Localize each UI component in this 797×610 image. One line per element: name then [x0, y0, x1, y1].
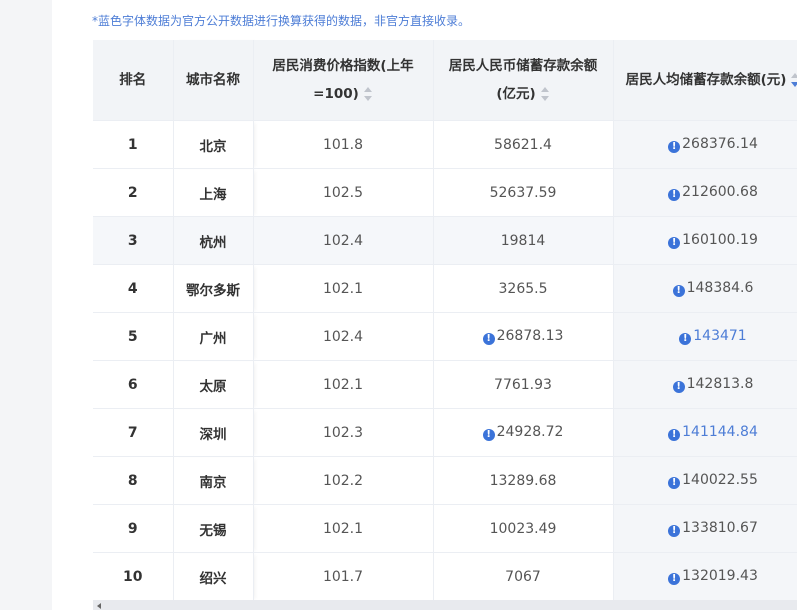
- cell-per-capita: ! 142813.8: [613, 360, 797, 409]
- cell-deposit: 19814: [433, 216, 614, 265]
- cell-rank: 2: [93, 168, 174, 217]
- cell-cpi: 101.7: [253, 552, 434, 601]
- cell-city: 太原: [173, 360, 254, 409]
- header-city: 城市名称: [173, 40, 254, 121]
- header-per-capita[interactable]: 居民人均储蓄存款余额(元): [613, 40, 797, 121]
- cell-city: 广州: [173, 312, 254, 361]
- cell-rank: 9: [93, 504, 174, 553]
- cell-per-capita: ! 140022.55: [613, 456, 797, 505]
- cell-cpi: 102.1: [253, 264, 434, 313]
- cell-deposit: ! 26878.13: [433, 312, 614, 361]
- cell-city: 深圳: [173, 408, 254, 457]
- cell-per-capita: ! 148384.6: [613, 264, 797, 313]
- cell-city: 无锡: [173, 504, 254, 553]
- cell-deposit: 52637.59: [433, 168, 614, 217]
- info-icon[interactable]: !: [672, 285, 685, 297]
- table-row: 3 杭州 102.4 19814! 160100.19: [93, 216, 797, 265]
- cell-city: 南京: [173, 456, 254, 505]
- cell-cpi: 102.5: [253, 168, 434, 217]
- table-row: 4 鄂尔多斯 102.1 3265.5! 148384.6: [93, 264, 797, 313]
- info-icon[interactable]: !: [668, 573, 681, 585]
- table-row: 6 太原 102.1 7761.93! 142813.8: [93, 360, 797, 409]
- cell-rank: 4: [93, 264, 174, 313]
- table-row: 10 绍兴 101.7 7067! 132019.43: [93, 552, 797, 601]
- cell-rank: 7: [93, 408, 174, 457]
- header-per-capita-label: 居民人均储蓄存款余额(元): [625, 72, 787, 88]
- table-row: 2 上海 102.5 52637.59! 212600.68: [93, 168, 797, 217]
- cell-cpi: 102.1: [253, 360, 434, 409]
- data-source-note: *蓝色字体数据为官方公开数据进行换算获得的数据，非官方直接收录。: [92, 14, 471, 28]
- header-cpi[interactable]: 居民消费价格指数(上年=100): [253, 40, 434, 121]
- info-icon[interactable]: !: [482, 333, 495, 345]
- info-icon[interactable]: !: [668, 525, 681, 537]
- cell-rank: 1: [93, 120, 174, 169]
- header-cpi-label: 居民消费价格指数(上年=100): [272, 58, 414, 102]
- cell-city: 杭州: [173, 216, 254, 265]
- cell-per-capita: ! 160100.19: [613, 216, 797, 265]
- table-body: 1 北京 101.8 58621.4! 268376.14 2 上海 102.5 52637.5…: [93, 120, 797, 601]
- cell-cpi: 102.2: [253, 456, 434, 505]
- cell-cpi: 101.8: [253, 120, 434, 169]
- cell-deposit: 3265.5: [433, 264, 614, 313]
- cell-city: 北京: [173, 120, 254, 169]
- cell-deposit: 7761.93: [433, 360, 614, 409]
- cell-cpi: 102.1: [253, 504, 434, 553]
- sort-caret-icon[interactable]: [363, 87, 373, 101]
- cell-rank: 8: [93, 456, 174, 505]
- info-icon[interactable]: !: [668, 189, 681, 201]
- header-deposit[interactable]: 居民人民币储蓄存款余额(亿元): [433, 40, 614, 121]
- info-icon[interactable]: !: [668, 141, 681, 153]
- cell-per-capita: ! 268376.14: [613, 120, 797, 169]
- info-icon[interactable]: !: [679, 333, 692, 345]
- sort-caret-icon[interactable]: [791, 73, 797, 87]
- info-icon[interactable]: !: [668, 477, 681, 489]
- cell-rank: 10: [93, 552, 174, 601]
- cell-deposit: ! 24928.72: [433, 408, 614, 457]
- cell-rank: 6: [93, 360, 174, 409]
- info-icon[interactable]: !: [482, 429, 495, 441]
- cell-per-capita: ! 143471: [613, 312, 797, 361]
- cell-per-capita: ! 132019.43: [613, 552, 797, 601]
- cell-cpi: 102.4: [253, 216, 434, 265]
- cell-rank: 3: [93, 216, 174, 265]
- table-header-row: 排名 城市名称 居民消费价格指数(上年=100) 居民人民币储蓄存款余额(亿元)…: [93, 40, 797, 121]
- table-row: 7 深圳 102.3! 24928.72! 141144.84: [93, 408, 797, 457]
- scroll-left-arrow-icon[interactable]: [97, 603, 101, 609]
- horizontal-scrollbar[interactable]: [93, 600, 797, 610]
- sort-caret-icon[interactable]: [540, 87, 550, 101]
- cell-cpi: 102.4: [253, 312, 434, 361]
- cell-cpi: 102.3: [253, 408, 434, 457]
- cell-deposit: 13289.68: [433, 456, 614, 505]
- info-icon[interactable]: !: [668, 429, 681, 441]
- cell-city: 绍兴: [173, 552, 254, 601]
- cell-per-capita: ! 212600.68: [613, 168, 797, 217]
- table-row: 5 广州 102.4! 26878.13! 143471: [93, 312, 797, 361]
- table-row: 9 无锡 102.1 10023.49! 133810.67: [93, 504, 797, 553]
- cell-per-capita: ! 133810.67: [613, 504, 797, 553]
- cell-deposit: 10023.49: [433, 504, 614, 553]
- cell-deposit: 7067: [433, 552, 614, 601]
- header-rank: 排名: [93, 40, 174, 121]
- cell-city: 鄂尔多斯: [173, 264, 254, 313]
- cell-deposit: 58621.4: [433, 120, 614, 169]
- info-icon[interactable]: !: [672, 381, 685, 393]
- info-icon[interactable]: !: [668, 237, 681, 249]
- cell-city: 上海: [173, 168, 254, 217]
- table-row: 8 南京 102.2 13289.68! 140022.55: [93, 456, 797, 505]
- cell-rank: 5: [93, 312, 174, 361]
- city-ranking-table: 排名 城市名称 居民消费价格指数(上年=100) 居民人民币储蓄存款余额(亿元)…: [93, 40, 797, 601]
- cell-per-capita: ! 141144.84: [613, 408, 797, 457]
- header-deposit-label: 居民人民币储蓄存款余额(亿元): [448, 58, 598, 102]
- table-row: 1 北京 101.8 58621.4! 268376.14: [93, 120, 797, 169]
